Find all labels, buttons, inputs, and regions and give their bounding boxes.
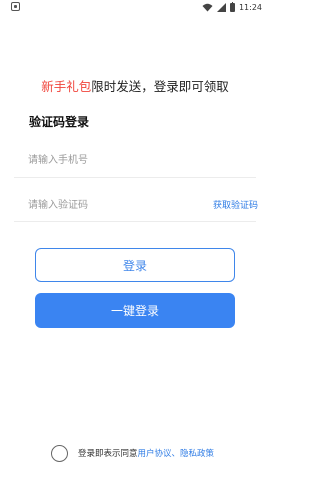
login-form-title: 验证码登录 <box>29 115 90 129</box>
agreement-prefix: 登录即表示同意 <box>78 449 138 459</box>
battery-icon <box>229 2 235 12</box>
status-time: 11:24 <box>238 3 262 12</box>
privacy-policy-link[interactable]: 隐私政策 <box>180 447 214 459</box>
notification-icon <box>11 2 20 11</box>
get-code-link[interactable]: 获取验证码 <box>213 198 258 211</box>
status-bar: 11:24 <box>0 0 270 16</box>
promo-banner: 新手礼包限时发送，登录即可领取 <box>0 76 270 95</box>
agreement-row: 登录即表示同意 用户协议、隐私政策 <box>51 444 214 462</box>
login-button[interactable]: 登录 <box>35 248 235 282</box>
promo-highlight: 新手礼包 <box>41 79 92 94</box>
code-divider <box>14 221 256 222</box>
phone-divider <box>14 177 256 178</box>
code-input[interactable] <box>14 191 194 219</box>
user-agreement-link[interactable]: 用户协议 <box>138 447 172 459</box>
wifi-icon <box>202 3 213 12</box>
status-indicators: 11:24 <box>202 2 262 13</box>
one-key-login-button[interactable]: 一键登录 <box>35 293 235 328</box>
signal-icon <box>216 3 226 12</box>
agreement-checkbox[interactable] <box>51 444 68 462</box>
promo-text: 限时发送，登录即可领取 <box>91 79 229 94</box>
agreement-separator: 、 <box>171 449 181 459</box>
phone-input[interactable] <box>14 146 256 174</box>
